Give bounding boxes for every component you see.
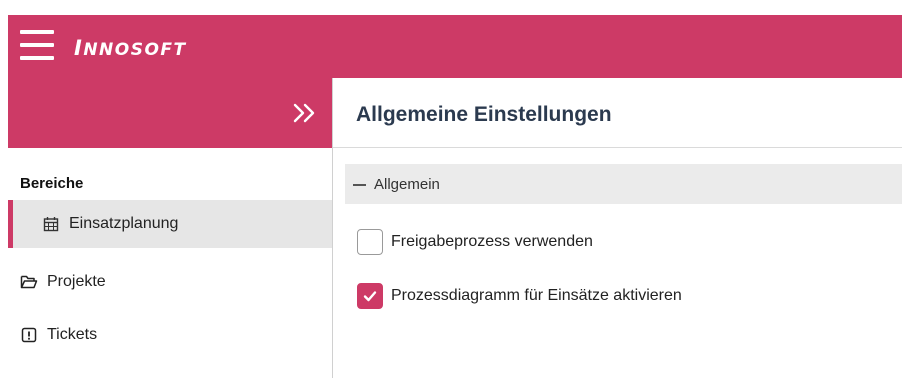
- prozessdiagramm-checkbox[interactable]: [357, 283, 383, 309]
- sidebar-item-label: Einsatzplanung: [69, 215, 179, 232]
- freigabeprozess-checkbox[interactable]: [357, 229, 383, 255]
- sidebar-item-einsatzplanung[interactable]: Einsatzplanung: [8, 200, 332, 248]
- folder-open-icon: [20, 273, 38, 291]
- calendar-icon: [42, 215, 60, 233]
- sidebar-section-label: Bereiche: [20, 175, 84, 192]
- checkmark-icon: [363, 291, 377, 302]
- setting-label: Prozessdiagramm für Einsätze aktivieren: [391, 287, 682, 304]
- sidebar-header: [8, 78, 332, 148]
- setting-label: Freigabeprozess verwenden: [391, 233, 593, 250]
- minus-icon: [353, 183, 366, 186]
- group-header-allgemein[interactable]: Allgemein: [345, 164, 902, 204]
- page-title: Allgemeine Einstellungen: [356, 103, 612, 126]
- app-header: INNOSOFT: [8, 15, 902, 78]
- sidebar-item-label: Tickets: [47, 326, 98, 343]
- setting-prozessdiagramm[interactable]: Prozessdiagramm für Einsätze aktivieren: [357, 282, 682, 310]
- setting-freigabeprozess[interactable]: Freigabeprozess verwenden: [357, 228, 593, 256]
- group-label: Allgemein: [374, 175, 440, 193]
- app-logo: INNOSOFT: [74, 36, 187, 60]
- sidebar-item-projekte[interactable]: Projekte: [8, 258, 332, 306]
- content-header: Allgemeine Einstellungen: [333, 78, 902, 148]
- sidebar-item-label: Projekte: [47, 273, 106, 290]
- top-spacer: [0, 0, 902, 15]
- sidebar: Bereiche Einsatzplanung Projekte Tickets: [8, 148, 332, 378]
- sidebar-item-tickets[interactable]: Tickets: [8, 311, 332, 359]
- double-chevron-right-icon[interactable]: [288, 98, 320, 128]
- alert-box-icon: [20, 326, 38, 344]
- hamburger-icon[interactable]: [20, 29, 54, 61]
